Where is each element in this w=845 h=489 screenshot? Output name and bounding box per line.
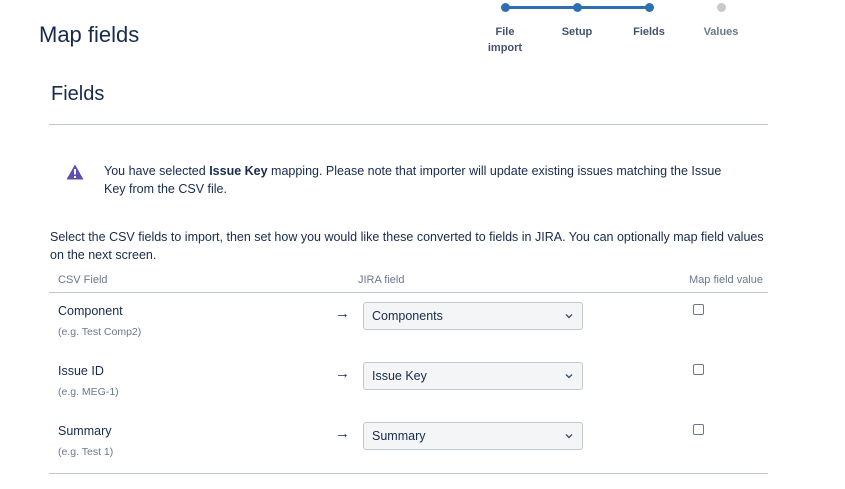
tracker-dot-values (717, 3, 726, 12)
map-field-value-checkbox[interactable] (693, 424, 704, 435)
chevron-down-icon (565, 314, 573, 319)
warning-triangle-icon (66, 164, 84, 180)
column-header-csv-field: CSV Field (58, 274, 108, 286)
csv-field-name: Component (58, 304, 123, 318)
tracker-line (505, 6, 577, 9)
warning-emphasis: Issue Key (209, 164, 268, 178)
page-title: Map fields (39, 22, 140, 47)
tracker-step-setup: Setup (561, 26, 593, 38)
csv-field-example: (e.g. Test 1) (58, 446, 114, 458)
arrow-icon: → (335, 365, 350, 382)
csv-field-example: (e.g. Test Comp2) (58, 326, 142, 338)
column-header-map-field-value: Map field value (689, 274, 763, 286)
column-header-jira-field: JIRA field (358, 274, 405, 286)
divider (49, 124, 768, 125)
jira-field-select[interactable]: Issue Key (363, 362, 583, 390)
map-field-value-checkbox[interactable] (693, 364, 704, 375)
csv-field-name: Summary (58, 424, 112, 438)
csv-field-example: (e.g. MEG-1) (58, 386, 119, 398)
tracker-step-values: Values (703, 26, 739, 38)
table-row: Issue ID (e.g. MEG-1) → Issue Key (49, 353, 768, 413)
csv-field-name: Issue ID (58, 364, 104, 378)
tracker-step-file-import: File import (487, 26, 523, 54)
tracker-dot-fields (645, 3, 654, 12)
table-row: Summary (e.g. Test 1) → Summary (49, 413, 768, 473)
table-row: Component (e.g. Test Comp2) → Components (49, 293, 768, 353)
progress-tracker: File import Setup Fields Values (469, 0, 759, 60)
tracker-dot-setup (573, 3, 582, 12)
intro-text: Select the CSV fields to import, then se… (50, 230, 764, 262)
chevron-down-icon (565, 434, 573, 439)
jira-field-select[interactable]: Summary (363, 422, 583, 450)
warning-text: You have selected Issue Key mapping. Ple… (104, 164, 722, 196)
map-field-value-checkbox[interactable] (693, 304, 704, 315)
tracker-line (577, 6, 650, 9)
jira-field-select[interactable]: Components (363, 302, 583, 330)
arrow-icon: → (335, 425, 350, 442)
section-title: Fields (51, 83, 105, 105)
tracker-dot-file-import (501, 3, 510, 12)
divider (49, 473, 768, 474)
tracker-step-fields: Fields (633, 26, 665, 38)
arrow-icon: → (335, 305, 350, 322)
chevron-down-icon (565, 374, 573, 379)
